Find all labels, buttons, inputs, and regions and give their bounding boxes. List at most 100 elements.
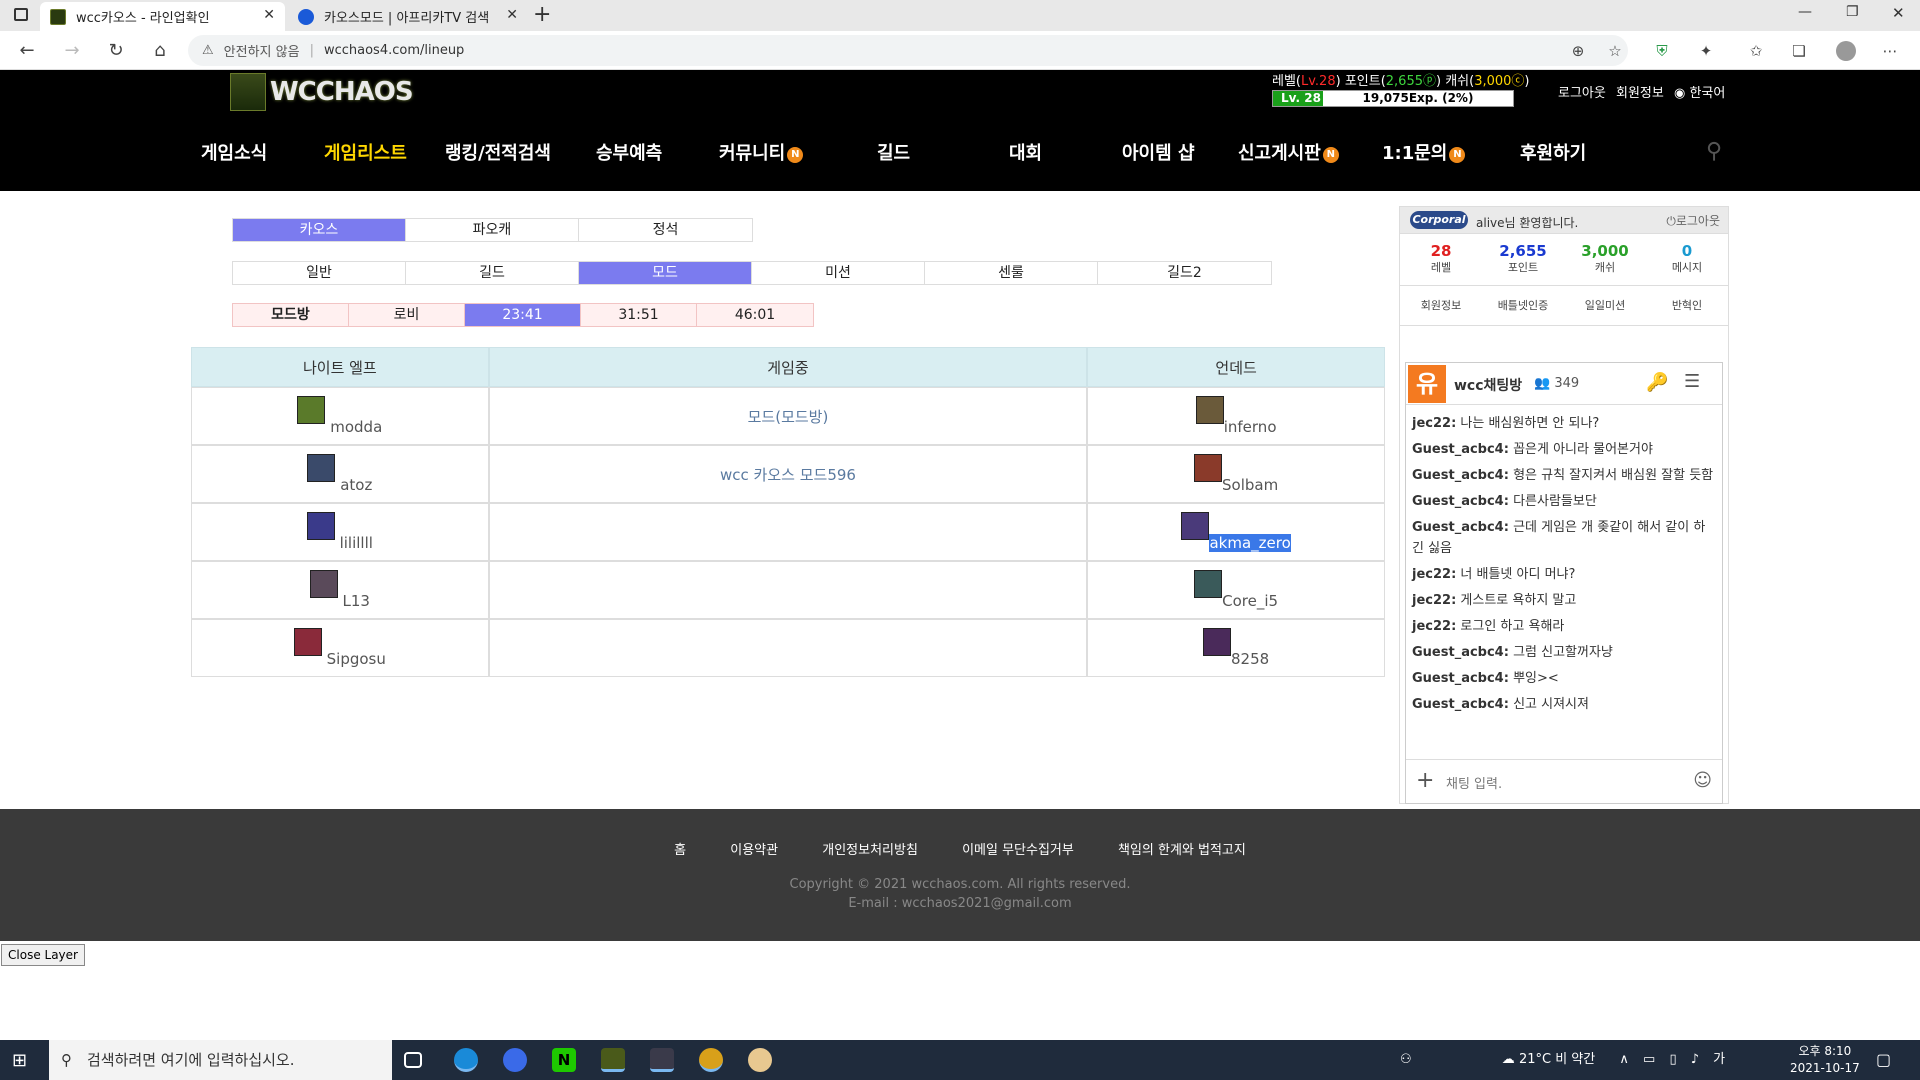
nav-game-news[interactable]: 게임소식 <box>201 139 267 165</box>
chat-input[interactable]: 채팅 입력. <box>1446 773 1502 792</box>
favorite-star-icon[interactable]: ☆ <box>1605 41 1625 61</box>
nav-inquiry[interactable]: 1:1문의 N <box>1382 139 1466 165</box>
forward-icon[interactable]: → <box>60 39 84 63</box>
link-battlenet-auth[interactable]: 배틀넷인증 <box>1482 286 1564 325</box>
player-cell[interactable]: akma_zero <box>1087 503 1385 561</box>
search-icon[interactable]: ⚲ <box>1706 139 1722 164</box>
site-logo[interactable]: WCCHAOS <box>230 72 414 112</box>
back-icon[interactable]: ← <box>15 39 39 63</box>
nav-tournament[interactable]: 대회 <box>1009 139 1042 165</box>
tab-time-4601[interactable]: 46:01 <box>697 304 813 326</box>
tab-mode[interactable]: 모드 <box>579 262 752 284</box>
player-cell[interactable]: Solbam <box>1087 445 1385 503</box>
tab-guild2[interactable]: 길드2 <box>1098 262 1271 284</box>
nav-ranking[interactable]: 랭킹/전적검색 <box>445 139 551 165</box>
volume-icon[interactable]: ♪ <box>1691 1052 1699 1067</box>
nav-prediction[interactable]: 승부예측 <box>596 139 662 165</box>
player-cell[interactable]: modda <box>191 387 489 445</box>
chat-app-icon[interactable] <box>748 1048 772 1072</box>
people-icon[interactable]: ⚇ <box>1400 1052 1412 1067</box>
panel-logout-link[interactable]: ⏻로그아웃 <box>1666 212 1720 229</box>
favorites-icon[interactable]: ✩ <box>1746 41 1766 61</box>
player-cell[interactable]: inferno <box>1087 387 1385 445</box>
battery-icon[interactable]: ▯ <box>1669 1052 1676 1067</box>
chevron-up-icon[interactable]: ∧ <box>1619 1052 1629 1067</box>
close-tab-icon[interactable]: ✕ <box>263 7 275 23</box>
windows-start-icon[interactable]: ⊞ <box>12 1050 27 1071</box>
logout-link[interactable]: 로그아웃 <box>1558 86 1606 101</box>
chat-user-count[interactable]: 👥 349 <box>1534 376 1579 391</box>
new-tab-icon[interactable]: + <box>533 2 551 27</box>
naver-icon[interactable]: N <box>552 1048 576 1072</box>
nav-guild[interactable]: 길드 <box>877 139 910 165</box>
tab-mode-room[interactable]: 모드방 <box>233 304 349 326</box>
extensions-icon[interactable]: ✦ <box>1696 41 1716 61</box>
stat-level[interactable]: 28 레벨 <box>1400 234 1482 285</box>
more-menu-icon[interactable]: ⋯ <box>1880 41 1900 61</box>
taskbar-clock[interactable]: 오후 8:10 2021-10-17 <box>1790 1043 1860 1077</box>
hamburger-menu-icon[interactable]: ☰ <box>1684 371 1700 392</box>
game-icon[interactable] <box>650 1048 674 1072</box>
link-member-info[interactable]: 회원정보 <box>1400 286 1482 325</box>
room-cell[interactable]: 모드(모드방) <box>488 387 1088 445</box>
tab-paoca[interactable]: 파오캐 <box>406 219 579 241</box>
zoom-icon[interactable]: ⊕ <box>1568 41 1588 61</box>
restore-icon[interactable]: ❐ <box>1846 4 1859 20</box>
edge-icon[interactable] <box>454 1048 478 1072</box>
nav-donate[interactable]: 후원하기 <box>1520 139 1586 165</box>
stat-point[interactable]: 2,655 포인트 <box>1482 234 1564 285</box>
nav-community[interactable]: 커뮤니티 N <box>719 139 804 165</box>
close-tab-icon[interactable]: ✕ <box>506 7 518 23</box>
language-link[interactable]: 한국어 <box>1689 86 1725 101</box>
collections-icon[interactable]: ❏ <box>1789 41 1809 61</box>
close-layer-button[interactable]: Close Layer <box>1 944 85 966</box>
player-cell[interactable]: Sipgosu <box>191 619 489 677</box>
tab-time-3151[interactable]: 31:51 <box>581 304 697 326</box>
security-label[interactable]: 안전하지 않음 <box>224 41 300 60</box>
url-field[interactable]: ⚠ 안전하지 않음 | wcchaos4.com/lineup <box>188 35 1628 66</box>
player-cell[interactable]: lilillll <box>191 503 489 561</box>
footer-link-home[interactable]: 홈 <box>674 843 686 858</box>
player-cell[interactable]: Core_i5 <box>1087 561 1385 619</box>
link-daily-mission[interactable]: 일일미션 <box>1564 286 1646 325</box>
network-icon[interactable]: ▭ <box>1643 1052 1655 1067</box>
emoji-icon[interactable]: ☺ <box>1693 770 1712 791</box>
nav-item-shop[interactable]: 아이템 샵 <box>1122 139 1195 165</box>
tab-senrule[interactable]: 센룰 <box>925 262 1098 284</box>
profile-avatar-icon[interactable] <box>1836 41 1856 61</box>
footer-link-privacy[interactable]: 개인정보처리방침 <box>822 843 918 858</box>
tab-actions-icon[interactable] <box>14 8 28 21</box>
nav-report-board[interactable]: 신고게시판 N <box>1238 139 1339 165</box>
warcraft-icon[interactable] <box>601 1048 625 1072</box>
tab-mission[interactable]: 미션 <box>752 262 925 284</box>
stat-message[interactable]: 0 메시지 <box>1646 234 1728 285</box>
footer-link-disclaimer[interactable]: 책임의 한계와 법적고지 <box>1118 843 1246 858</box>
weather-text[interactable]: 21°C 비 약간 <box>1519 1052 1595 1067</box>
extension-shield-icon[interactable]: ⛨ <box>1652 41 1672 61</box>
footer-link-email-refuse[interactable]: 이메일 무단수집거부 <box>962 843 1074 858</box>
app-icon[interactable] <box>503 1048 527 1072</box>
player-cell[interactable]: 8258 <box>1087 619 1385 677</box>
home-icon[interactable]: ⌂ <box>148 39 172 63</box>
tab-wcc-lineup[interactable]: wcc카오스 - 라인업확인 ✕ <box>40 2 285 31</box>
tab-time-2341[interactable]: 23:41 <box>465 304 581 326</box>
room-cell[interactable]: wcc 카오스 모드596 <box>488 445 1088 503</box>
tab-chaos[interactable]: 카오스 <box>233 219 406 241</box>
chrome-icon[interactable] <box>699 1048 723 1072</box>
close-window-icon[interactable]: ✕ <box>1892 4 1905 22</box>
taskbar-search-field[interactable]: ⚲ 검색하려면 여기에 입력하십시오. <box>49 1040 392 1080</box>
key-icon[interactable]: 🔑 <box>1646 372 1668 393</box>
plus-icon[interactable]: + <box>1416 768 1434 793</box>
tab-normal[interactable]: 일반 <box>233 262 406 284</box>
member-info-link[interactable]: 회원정보 <box>1616 86 1664 101</box>
footer-link-terms[interactable]: 이용약관 <box>730 843 778 858</box>
chat-messages[interactable]: jec22: 나는 배심원하면 안 되나? Guest_acbc4: 꼽은게 아… <box>1406 405 1722 751</box>
minimize-icon[interactable]: — <box>1798 4 1812 20</box>
tab-lobby[interactable]: 로비 <box>349 304 465 326</box>
player-cell[interactable]: L13 <box>191 561 489 619</box>
task-view-icon[interactable] <box>404 1052 422 1068</box>
tab-standard[interactable]: 정석 <box>579 219 752 241</box>
tab-afreeca-search[interactable]: 카오스모드 | 아프리카TV 검색 ✕ <box>288 2 528 31</box>
ime-icon[interactable]: 가 <box>1713 1052 1725 1067</box>
nav-game-list[interactable]: 게임리스트 <box>324 139 407 165</box>
